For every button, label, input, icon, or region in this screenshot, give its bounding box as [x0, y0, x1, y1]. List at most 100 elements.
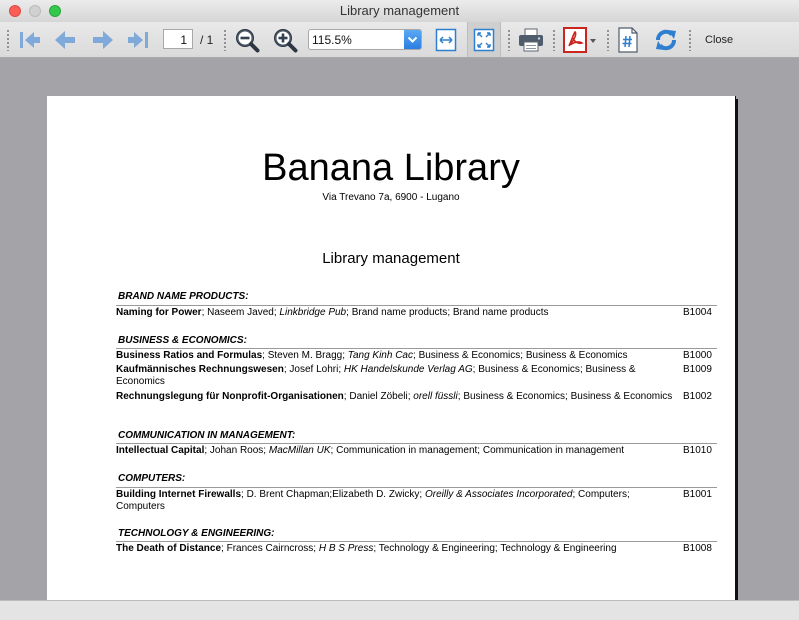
page-number-input[interactable] — [163, 29, 193, 49]
category-divider — [116, 541, 717, 542]
book-title: The Death of Distance — [116, 543, 222, 554]
window-titlebar: Library management — [0, 0, 799, 23]
book-code: B1002 — [683, 391, 712, 402]
book-code: B1009 — [683, 364, 712, 375]
zoom-value: 115.5% — [312, 33, 352, 47]
book-code: B1008 — [683, 543, 712, 554]
book-subject: Business & Economics — [463, 391, 566, 402]
fit-width-button[interactable] — [431, 22, 461, 57]
book-subject: Computers — [116, 501, 165, 512]
library-name: Banana Library — [262, 147, 520, 189]
book-code: B1001 — [683, 489, 712, 500]
book-title: Naming for Power — [116, 307, 202, 318]
pdf-export-icon — [563, 26, 596, 53]
print-button[interactable] — [515, 22, 547, 57]
category-heading: COMMUNICATION IN MANAGEMENT: — [118, 430, 296, 441]
category-heading: TECHNOLOGY & ENGINEERING: — [118, 528, 275, 539]
close-button[interactable]: Close — [705, 34, 733, 46]
category-divider — [116, 348, 717, 349]
book-publisher: Oreilly & Associates Incorporated — [424, 489, 573, 500]
category-divider — [116, 443, 717, 444]
toolbar-grip — [689, 29, 691, 51]
category-divider — [116, 487, 717, 488]
print-icon — [519, 28, 543, 51]
list-item: The Death of Distance; Frances Cairncros… — [116, 543, 617, 554]
first-page-button[interactable] — [14, 22, 44, 57]
list-item: Naming for Power; Naseem Javed; Linkbrid… — [116, 307, 549, 318]
book-subject: Communication in management — [482, 445, 625, 456]
book-title: Business Ratios and Formulas — [116, 350, 263, 361]
book-publisher: HK Handelskunde Verlag AG — [343, 364, 473, 375]
fit-page-button[interactable] — [467, 22, 501, 57]
page-number-icon — [618, 26, 638, 53]
list-item: Intellectual Capital; Johan Roos; MacMil… — [116, 445, 625, 456]
previous-page-button[interactable] — [50, 22, 80, 57]
toolbar-grip — [553, 29, 555, 51]
last-page-button[interactable] — [124, 22, 154, 57]
report-title: Library management — [322, 250, 460, 267]
book-subject: Business & Economics — [525, 350, 628, 361]
toolbar: / 1 115.5% — [0, 22, 799, 58]
book-subject: Business & Economics — [478, 364, 580, 375]
first-page-icon — [20, 31, 40, 48]
book-author: Naseem Javed — [207, 307, 274, 318]
pdf-export-button[interactable] — [560, 22, 600, 57]
fit-width-icon — [435, 28, 457, 51]
next-page-icon — [93, 30, 113, 49]
book-publisher: orell füssli — [413, 391, 458, 402]
chevron-down-icon[interactable] — [404, 30, 421, 49]
book-author: Josef Lohri — [289, 364, 339, 375]
list-item: Business Ratios and Formulas; Steven M. … — [116, 350, 628, 361]
window-title: Library management — [339, 3, 460, 18]
book-publisher: MacMillan UK — [268, 445, 331, 456]
book-author: Daniel Zöbeli — [349, 391, 408, 402]
book-subject: Communication in management — [336, 445, 478, 456]
zoom-in-button[interactable] — [271, 22, 299, 57]
book-author: D. Brent Chapman;Elizabeth D. Zwicky — [246, 489, 420, 500]
document-page: Banana Library Via Trevano 7a, 6900 - Lu… — [47, 96, 735, 600]
next-page-button[interactable] — [88, 22, 118, 57]
fit-page-icon — [473, 28, 495, 51]
book-title: Building Internet Firewalls — [116, 489, 242, 500]
book-title: Kaufmännisches Rechnungswesen — [116, 364, 284, 375]
zoom-out-button[interactable] — [233, 22, 261, 57]
toolbar-grip — [508, 29, 510, 51]
zoom-in-icon — [274, 28, 298, 52]
book-author: Steven M. Bragg — [267, 350, 343, 361]
refresh-icon — [656, 29, 676, 50]
category-divider — [116, 305, 717, 306]
list-item: Rechnungslegung für Nonprofit-Organisati… — [116, 391, 673, 402]
book-publisher: H B S Press — [318, 543, 374, 554]
refresh-button[interactable] — [650, 22, 682, 57]
category-heading: BUSINESS & ECONOMICS: — [118, 335, 247, 346]
book-subject: Computers — [578, 489, 627, 500]
book-code: B1000 — [683, 350, 712, 361]
book-subject: Brand name products — [452, 307, 549, 318]
page-number-button[interactable] — [614, 22, 642, 57]
zoom-select[interactable]: 115.5% — [308, 29, 422, 50]
list-item: Kaufmännisches Rechnungswesen; Josef Loh… — [116, 364, 636, 387]
book-subject: Brand name products — [351, 307, 448, 318]
book-publisher: Tang Kinh Cac — [347, 350, 413, 361]
book-title: Rechnungslegung für Nonprofit-Organisati… — [116, 391, 344, 402]
book-subject: Business & Economics — [418, 350, 521, 361]
library-address: Via Trevano 7a, 6900 - Lugano — [322, 192, 460, 203]
toolbar-grip — [224, 29, 226, 51]
zoom-out-icon — [236, 28, 260, 52]
category-heading: COMPUTERS: — [118, 473, 186, 484]
book-author: Johan Roos — [209, 445, 264, 456]
book-publisher: Linkbridge Pub — [279, 307, 347, 318]
book-code: B1010 — [683, 445, 712, 456]
previous-page-icon — [55, 30, 75, 49]
toolbar-grip — [607, 29, 609, 51]
last-page-icon — [128, 31, 148, 48]
list-item: Building Internet Firewalls; D. Brent Ch… — [116, 489, 630, 512]
category-heading: BRAND NAME PRODUCTS: — [118, 291, 249, 302]
book-subject: Technology & Engineering — [378, 543, 495, 554]
book-subject: Business & Economics — [570, 391, 673, 402]
toolbar-grip — [7, 29, 9, 51]
book-author: Frances Cairncross — [226, 543, 314, 554]
page-total-label: / 1 — [200, 33, 214, 47]
status-bar — [0, 600, 799, 620]
book-title: Intellectual Capital — [116, 445, 205, 456]
